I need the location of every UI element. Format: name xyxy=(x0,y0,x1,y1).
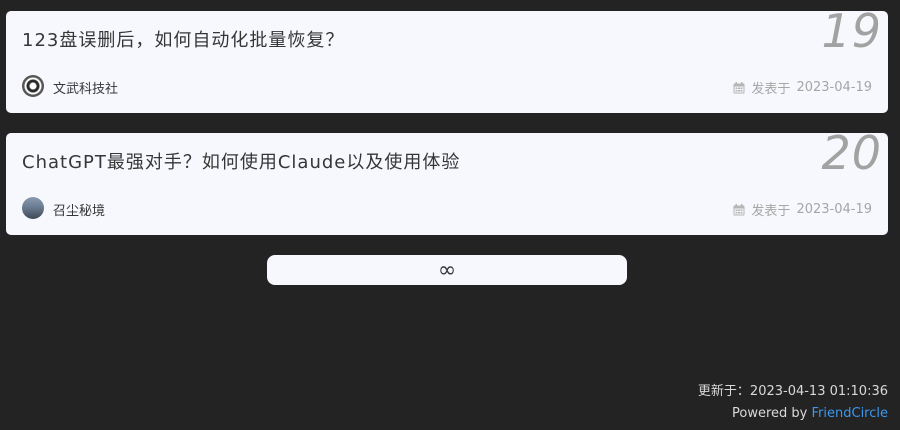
post-title[interactable]: ChatGPT最强对手？如何使用Claude以及使用体验 xyxy=(22,148,460,174)
date-prefix: 发表于 xyxy=(751,204,791,219)
footer: 更新于：2023-04-13 01:10:36 Powered by Frien… xyxy=(698,381,888,425)
powered-by-prefix: Powered by xyxy=(732,406,808,421)
author-name[interactable]: 文武科技社 xyxy=(53,78,118,97)
post-number: 20 xyxy=(821,133,882,180)
post-meta: 发表于 2023-04-19 xyxy=(733,200,872,219)
post-date: 2023-04-19 xyxy=(796,80,872,95)
author-avatar[interactable] xyxy=(22,75,44,97)
update-time: 更新于：2023-04-13 01:10:36 xyxy=(697,384,888,399)
author-avatar[interactable] xyxy=(22,197,44,219)
post-date: 2023-04-19 xyxy=(796,202,872,217)
friendcircle-link[interactable]: FriendCircle xyxy=(812,406,888,421)
load-more-button[interactable]: ∞ xyxy=(267,255,627,285)
powered-by: Powered by FriendCircle xyxy=(698,403,888,425)
post-meta: 发表于 2023-04-19 xyxy=(733,78,872,97)
calendar-icon xyxy=(733,81,745,94)
calendar-icon xyxy=(733,203,745,216)
post-card[interactable]: 19 123盘误删后，如何自动化批量恢复？ 文武科技社 发表于 2023-04-… xyxy=(6,11,888,113)
post-number: 19 xyxy=(821,11,882,58)
post-title[interactable]: 123盘误删后，如何自动化批量恢复？ xyxy=(22,26,344,52)
post-card[interactable]: 20 ChatGPT最强对手？如何使用Claude以及使用体验 召尘秘境 发表于… xyxy=(6,133,888,235)
date-prefix: 发表于 xyxy=(751,82,791,97)
author-name[interactable]: 召尘秘境 xyxy=(53,200,105,219)
